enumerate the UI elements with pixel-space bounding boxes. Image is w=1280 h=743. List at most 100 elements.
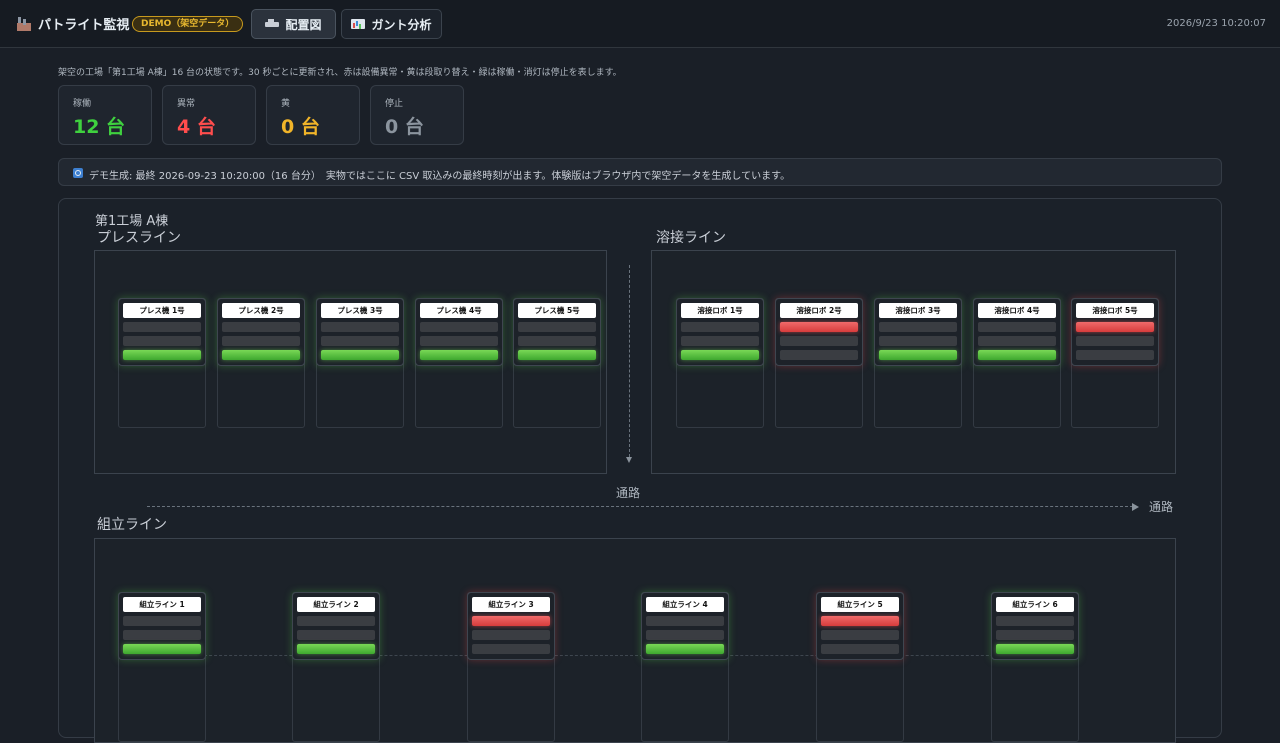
machine-card-weld-2[interactable]: 溶接ロボ 2号	[775, 298, 863, 366]
machine-name: 組立ライン 3	[472, 597, 550, 612]
machine-card-weld-3[interactable]: 溶接ロボ 3号	[874, 298, 962, 366]
signal-lamp-red	[996, 616, 1074, 626]
clock: 2026/9/23 10:20:07	[1166, 18, 1266, 29]
machine-name: プレス機 2号	[222, 303, 300, 318]
signal-lamp-green	[297, 644, 375, 654]
machine-card-press-3[interactable]: プレス機 3号	[316, 298, 404, 366]
machine-card-weld-1[interactable]: 溶接ロボ 1号	[676, 298, 764, 366]
tab-layout-label: 配置図	[285, 17, 322, 32]
signal-lamp-green	[780, 350, 858, 360]
signal-lamp-green	[518, 350, 596, 360]
signal-lamp-red	[646, 616, 724, 626]
stat-yellow-value: 0 台	[281, 116, 320, 138]
signal-lamp-red	[123, 616, 201, 626]
signal-lamp-red	[821, 616, 899, 626]
top-bar: パトライト監視 DEMO（架空データ） 配置図 ガント分析 2026/9/23 …	[0, 0, 1280, 48]
signal-lamp-yellow	[780, 336, 858, 346]
signal-lamp-red	[472, 616, 550, 626]
demo-badge: DEMO（架空データ）	[132, 16, 244, 32]
signal-lamp-green	[123, 644, 201, 654]
signal-lamp-yellow	[222, 336, 300, 346]
stat-yellow: 黄 0 台	[266, 85, 360, 145]
stat-running: 稼働 12 台	[58, 85, 152, 145]
signal-lamp-green	[123, 350, 201, 360]
machine-name: 組立ライン 1	[123, 597, 201, 612]
signal-lamp-red	[1076, 322, 1154, 332]
signal-lamp-green	[321, 350, 399, 360]
machine-name: プレス機 5号	[518, 303, 596, 318]
signal-lamp-yellow	[1076, 336, 1154, 346]
signal-lamp-red	[420, 322, 498, 332]
gantt-chart-icon	[351, 19, 366, 29]
signal-lamp-yellow	[821, 630, 899, 640]
machine-name: 組立ライン 5	[821, 597, 899, 612]
signal-lamp-red	[123, 322, 201, 332]
sync-icon	[73, 168, 83, 178]
machine-card-weld-4[interactable]: 溶接ロボ 4号	[973, 298, 1061, 366]
machine-name: 組立ライン 2	[297, 597, 375, 612]
machine-card-weld-5[interactable]: 溶接ロボ 5号	[1071, 298, 1159, 366]
signal-lamp-yellow	[123, 630, 201, 640]
signal-lamp-green	[821, 644, 899, 654]
signal-lamp-red	[879, 322, 957, 332]
machine-card-press-4[interactable]: プレス機 4号	[415, 298, 503, 366]
machine-card-assembly-2[interactable]: 組立ライン 2	[292, 592, 380, 660]
signal-lamp-yellow	[518, 336, 596, 346]
assembly-line-title: 組立ライン	[97, 517, 167, 533]
signal-lamp-yellow	[321, 336, 399, 346]
signal-lamp-yellow	[879, 336, 957, 346]
signal-lamp-yellow	[123, 336, 201, 346]
machine-card-assembly-3[interactable]: 組立ライン 3	[467, 592, 555, 660]
signal-lamp-yellow	[646, 630, 724, 640]
press-line-title: プレスライン	[97, 230, 181, 246]
machine-card-assembly-5[interactable]: 組立ライン 5	[816, 592, 904, 660]
tab-layout[interactable]: 配置図	[251, 9, 336, 39]
signal-lamp-yellow	[472, 630, 550, 640]
signal-lamp-red	[297, 616, 375, 626]
stat-stopped-label: 停止	[385, 99, 404, 109]
signal-lamp-yellow	[978, 336, 1056, 346]
signal-lamp-yellow	[996, 630, 1074, 640]
aisle-horizontal	[147, 502, 1139, 511]
signal-lamp-green	[472, 644, 550, 654]
factory-icon	[16, 16, 32, 31]
machine-card-assembly-1[interactable]: 組立ライン 1	[118, 592, 206, 660]
machine-name: 溶接ロボ 1号	[681, 303, 759, 318]
signal-lamp-green	[420, 350, 498, 360]
tab-gantt[interactable]: ガント分析	[341, 9, 442, 39]
machine-card-press-5[interactable]: プレス機 5号	[513, 298, 601, 366]
signal-lamp-yellow	[420, 336, 498, 346]
machine-name: 組立ライン 6	[996, 597, 1074, 612]
machine-name: 組立ライン 4	[646, 597, 724, 612]
signal-lamp-green	[1076, 350, 1154, 360]
machine-name: 溶接ロボ 5号	[1076, 303, 1154, 318]
weld-line-title: 溶接ライン	[656, 230, 726, 246]
signal-lamp-green	[879, 350, 957, 360]
signal-lamp-green	[996, 644, 1074, 654]
signal-lamp-red	[780, 322, 858, 332]
machine-card-assembly-4[interactable]: 組立ライン 4	[641, 592, 729, 660]
stat-error-value: 4 台	[177, 116, 216, 138]
page-description: 架空の工場「第1工場 A棟」16 台の状態です。30 秒ごとに更新され、赤は設備…	[58, 68, 622, 78]
stat-running-value: 12 台	[73, 116, 126, 138]
signal-lamp-red	[681, 322, 759, 332]
machine-card-press-1[interactable]: プレス機 1号	[118, 298, 206, 366]
stat-error-label: 異常	[177, 99, 196, 109]
signal-lamp-green	[978, 350, 1056, 360]
machine-card-assembly-6[interactable]: 組立ライン 6	[991, 592, 1079, 660]
signal-lamp-red	[978, 322, 1056, 332]
signal-lamp-red	[321, 322, 399, 332]
signal-lamp-green	[646, 644, 724, 654]
layout-icon	[265, 19, 280, 29]
machine-name: 溶接ロボ 2号	[780, 303, 858, 318]
signal-lamp-red	[222, 322, 300, 332]
machine-card-press-2[interactable]: プレス機 2号	[217, 298, 305, 366]
stat-stopped: 停止 0 台	[370, 85, 464, 145]
floor-map: 第1工場 A棟 プレスライン 溶接ライン 組立ライン 通路 通路 プレス機 1号…	[58, 198, 1222, 743]
signal-lamp-yellow	[297, 630, 375, 640]
signal-lamp-green	[681, 350, 759, 360]
machine-name: 溶接ロボ 4号	[978, 303, 1056, 318]
aisle-vertical	[626, 265, 632, 463]
signal-lamp-yellow	[681, 336, 759, 346]
app-brand: パトライト監視	[16, 14, 129, 33]
